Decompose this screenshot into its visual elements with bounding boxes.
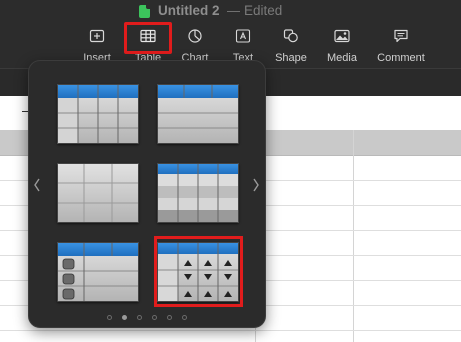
page-dot[interactable] bbox=[137, 315, 142, 320]
table-style-option-2[interactable] bbox=[157, 84, 239, 144]
insert-icon bbox=[89, 29, 105, 43]
toolbar: Untitled 2 — Edited Insert Table Chart T… bbox=[0, 0, 461, 68]
comment-icon bbox=[394, 29, 408, 43]
table-style-popover bbox=[28, 60, 266, 328]
column-divider bbox=[353, 130, 354, 342]
comment-button[interactable]: Comment bbox=[371, 24, 431, 66]
document-title[interactable]: Untitled 2 bbox=[158, 3, 220, 18]
window-title-bar: Untitled 2 — Edited bbox=[0, 0, 461, 22]
chevron-left-icon[interactable] bbox=[33, 178, 41, 192]
table-style-option-1[interactable] bbox=[57, 84, 139, 144]
shape-icon bbox=[283, 29, 298, 43]
row-divider bbox=[0, 330, 461, 331]
selected-style-highlight bbox=[154, 236, 243, 307]
title-separator: — bbox=[227, 3, 240, 18]
text-icon bbox=[235, 29, 251, 43]
chevron-right-icon[interactable] bbox=[252, 178, 260, 192]
shape-label: Shape bbox=[275, 52, 307, 64]
media-button[interactable]: Media bbox=[321, 24, 363, 66]
page-dot[interactable] bbox=[107, 315, 112, 320]
table-icon bbox=[140, 29, 156, 43]
table-style-option-5[interactable] bbox=[57, 242, 139, 302]
page-dot[interactable] bbox=[167, 315, 172, 320]
shape-button[interactable]: Shape bbox=[271, 24, 311, 66]
numbers-document-icon bbox=[139, 5, 150, 18]
chart-icon bbox=[188, 29, 202, 43]
table-style-option-4[interactable] bbox=[157, 163, 239, 223]
page-dot[interactable] bbox=[152, 315, 157, 320]
media-label: Media bbox=[327, 52, 357, 64]
comment-label: Comment bbox=[377, 52, 425, 64]
table-style-option-3[interactable] bbox=[57, 163, 139, 223]
media-icon bbox=[334, 29, 350, 43]
page-indicator bbox=[29, 315, 265, 321]
page-dot-active[interactable] bbox=[122, 315, 127, 320]
document-status: Edited bbox=[244, 3, 283, 18]
page-dot[interactable] bbox=[182, 315, 187, 320]
